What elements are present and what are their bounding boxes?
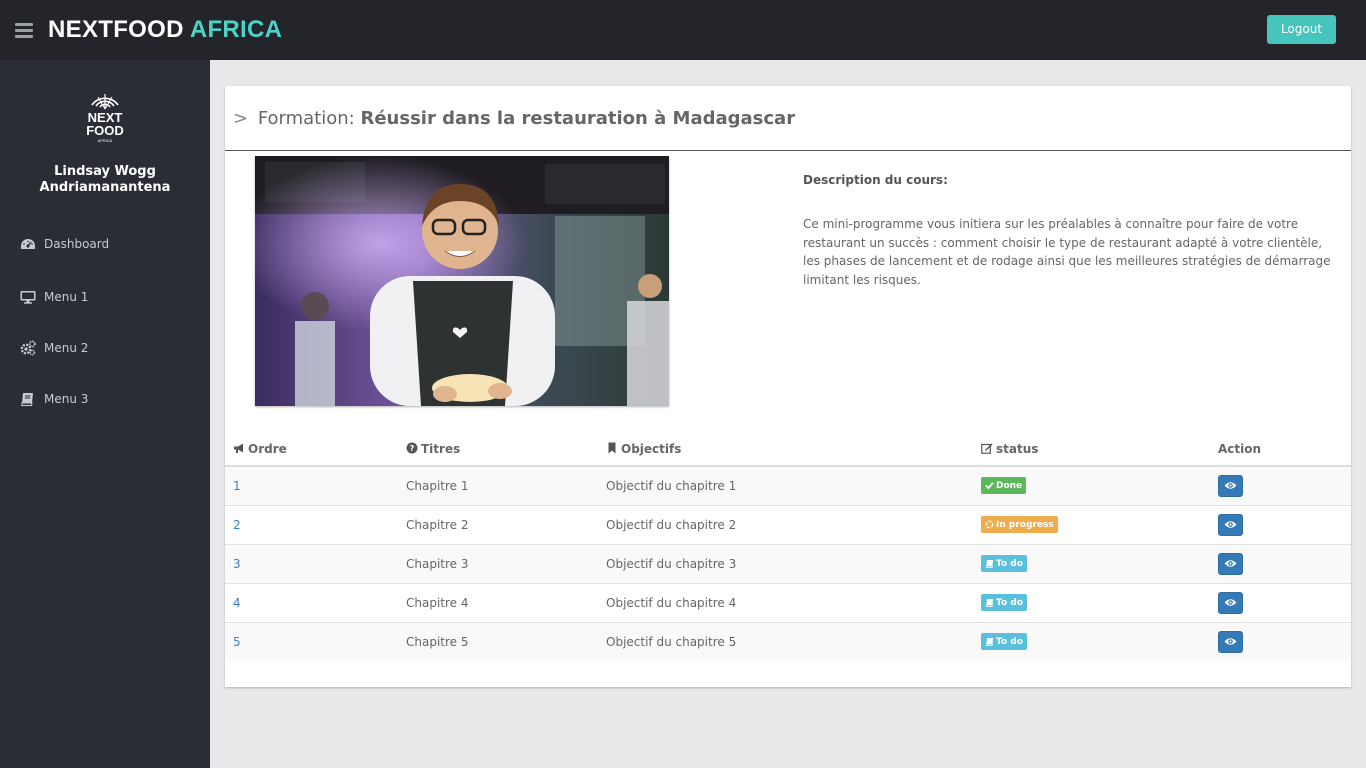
header-status-label: status	[996, 441, 1039, 456]
course-card: > Formation: Réussir dans la restauratio…	[225, 86, 1351, 687]
user-name: Lindsay Wogg Andriamanantena	[0, 164, 210, 196]
header-objectives-label: Objectifs	[621, 441, 682, 456]
sidebar-item-dashboard[interactable]: Dashboard	[20, 234, 109, 254]
header-action: Action	[1218, 432, 1351, 467]
order-link[interactable]: 1	[233, 479, 241, 493]
dashboard-icon	[20, 236, 36, 252]
sidebar-item-label: Menu 1	[44, 290, 89, 304]
chapter-objective: Objectif du chapitre 2	[606, 504, 981, 544]
logo-line2: FOOD	[86, 123, 124, 138]
description-label: Description du cours:	[803, 173, 948, 187]
header-order: Ordre	[225, 432, 406, 467]
user-last-name: Andriamanantena	[39, 180, 171, 195]
status-badge-label: To do	[996, 636, 1023, 647]
chapter-title: Chapitre 5	[406, 621, 606, 661]
chapter-title: Chapitre 4	[406, 582, 606, 622]
table-header-row: Ordre ? Titres Objectifs status Action	[225, 432, 1351, 467]
brand-logo-text[interactable]: NEXTFOOD AFRICA	[48, 15, 282, 45]
sidebar-item-label: Menu 2	[44, 341, 89, 355]
chapter-objective: Objectif du chapitre 1	[606, 465, 981, 505]
view-chapter-button[interactable]	[1218, 630, 1243, 653]
book-icon	[20, 391, 36, 407]
page-title: > Formation: Réussir dans la restauratio…	[233, 108, 795, 129]
question-circle-icon: ?	[406, 442, 418, 454]
order-link[interactable]: 2	[233, 518, 241, 532]
brand-primary: NEXTFOOD	[48, 16, 184, 43]
table-row: 5 Chapitre 5 Objectif du chapitre 5 To d…	[225, 621, 1351, 661]
logo-line3: AFRICA	[98, 138, 113, 143]
status-badge-label: To do	[996, 597, 1023, 608]
sidebar-item-menu1[interactable]: Menu 1	[20, 287, 88, 307]
view-chapter-button[interactable]	[1218, 552, 1243, 575]
book-icon	[985, 637, 994, 647]
view-chapter-button[interactable]	[1218, 591, 1243, 614]
chapter-objective: Objectif du chapitre 5	[606, 621, 981, 661]
header-order-label: Ordre	[248, 441, 287, 456]
view-chapter-button[interactable]	[1218, 474, 1243, 497]
header-status: status	[981, 432, 1218, 467]
sidebar-item-label: Menu 3	[44, 392, 89, 406]
bookmark-icon	[606, 442, 618, 454]
sidebar-item-menu3[interactable]: Menu 3	[20, 389, 88, 409]
eye-icon	[1224, 638, 1237, 645]
status-badge: In progress	[981, 516, 1058, 533]
chapter-title: Chapitre 3	[406, 543, 606, 583]
eye-icon	[1224, 521, 1237, 528]
course-title: Réussir dans la restauration à Madagasca…	[360, 108, 796, 129]
nextfood-logo: NEXT FOOD AFRICA	[78, 88, 132, 144]
book-icon	[985, 598, 994, 607]
header-objectives: Objectifs	[606, 432, 981, 467]
eye-icon	[1224, 482, 1237, 489]
sidebar-item-menu2[interactable]: Menu 2	[20, 338, 88, 358]
hamburger-menu-icon[interactable]	[15, 23, 33, 38]
eye-icon	[1224, 560, 1237, 567]
header-action-label: Action	[1218, 441, 1262, 456]
book-icon	[985, 559, 994, 568]
user-first-name: Lindsay Wogg	[54, 164, 156, 179]
status-badge: To do	[981, 594, 1027, 611]
sidebar-item-label: Dashboard	[44, 237, 110, 251]
order-link[interactable]: 4	[233, 596, 241, 610]
spinner-icon	[985, 520, 994, 529]
brand-accent: AFRICA	[189, 16, 283, 43]
table-row: 2 Chapitre 2 Objectif du chapitre 2 In p…	[225, 504, 1351, 544]
order-link[interactable]: 5	[233, 635, 241, 649]
description-text: Ce mini-programme vous initiera sur les …	[803, 217, 1331, 287]
table-row: 1 Chapitre 1 Objectif du chapitre 1 Done	[225, 465, 1351, 505]
order-link[interactable]: 3	[233, 557, 241, 571]
check-icon	[985, 481, 994, 490]
status-badge: To do	[981, 633, 1027, 651]
desktop-icon	[20, 289, 36, 305]
chapters-table: Ordre ? Titres Objectifs status Action 1	[225, 432, 1351, 661]
status-badge-label: In progress	[996, 519, 1054, 530]
view-chapter-button[interactable]	[1218, 513, 1243, 536]
sidebar: NEXT FOOD AFRICA Lindsay Wogg Andriamana…	[0, 60, 210, 768]
chapter-objective: Objectif du chapitre 3	[606, 543, 981, 583]
chapter-title: Chapitre 1	[406, 465, 606, 505]
chapter-objective: Objectif du chapitre 4	[606, 582, 981, 622]
status-badge: Done	[981, 477, 1027, 495]
gears-icon	[20, 340, 36, 356]
table-row: 3 Chapitre 3 Objectif du chapitre 3 To d…	[225, 543, 1351, 583]
title-divider	[225, 150, 1351, 151]
header-titles: ? Titres	[406, 432, 606, 467]
eye-icon	[1224, 599, 1237, 606]
logout-button[interactable]: Logout	[1267, 15, 1336, 44]
table-row: 4 Chapitre 4 Objectif du chapitre 4 To d…	[225, 582, 1351, 622]
svg-text:?: ?	[410, 444, 415, 453]
header-titles-label: Titres	[421, 441, 461, 456]
status-badge: To do	[981, 555, 1027, 572]
edit-icon	[981, 442, 993, 454]
bullhorn-icon	[233, 442, 245, 454]
chevron-right-icon: >	[233, 108, 249, 129]
top-navbar: NEXTFOOD AFRICA Logout	[0, 0, 1366, 60]
page-title-label: Formation:	[257, 108, 355, 129]
status-badge-label: To do	[996, 558, 1023, 569]
status-badge-label: Done	[996, 480, 1023, 491]
course-image	[255, 156, 669, 406]
chapter-title: Chapitre 2	[406, 504, 606, 544]
